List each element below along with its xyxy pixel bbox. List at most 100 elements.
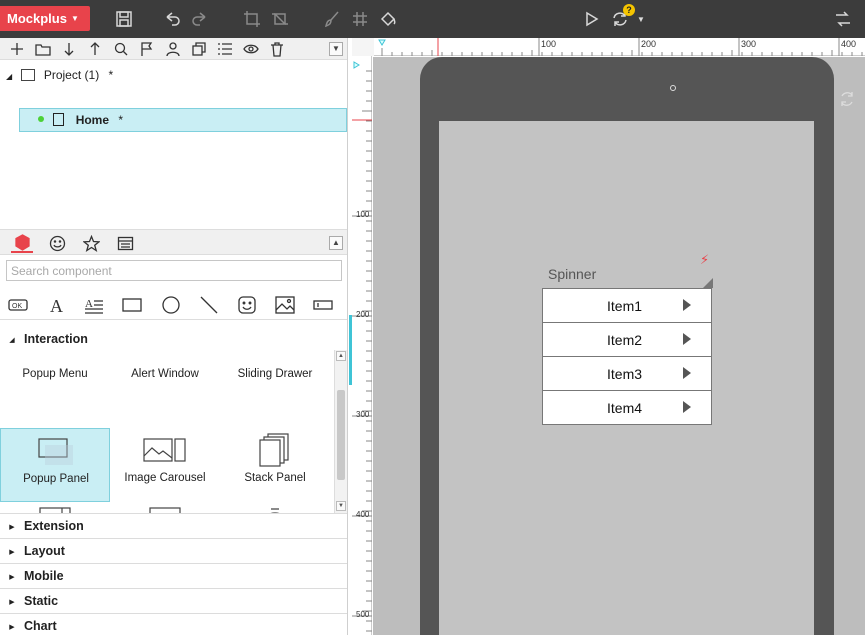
emoji-icon[interactable] — [235, 294, 259, 316]
tree-item-project[interactable]: ◢ Project (1) * — [6, 64, 113, 86]
undo-icon[interactable] — [161, 8, 183, 30]
component-stack-panel[interactable]: Stack Panel — [220, 428, 330, 502]
resize-corner-icon[interactable] — [703, 278, 713, 288]
play-icon[interactable] — [580, 8, 602, 30]
component-scroll-panel[interactable] — [0, 502, 110, 513]
component-sliding-drawer[interactable]: Sliding Drawer — [220, 350, 330, 402]
spinner-item[interactable]: Item1 — [543, 289, 711, 323]
vertical-ruler[interactable]: 100 200 300 400 500 — [352, 56, 372, 635]
list-icon[interactable] — [216, 40, 234, 58]
flag-icon[interactable] — [138, 40, 156, 58]
ruler-label: 400 — [841, 39, 857, 49]
arrow-up-icon[interactable] — [86, 40, 104, 58]
spinner-widget[interactable]: Item1 Item2 Item3 Item4 — [542, 288, 712, 425]
component-panel[interactable] — [110, 502, 220, 513]
project-tree: ◢ Project (1) * Home * — [0, 60, 347, 227]
spinner-item[interactable]: Item2 — [543, 323, 711, 357]
svg-text:OK: OK — [12, 303, 22, 310]
crop-icon[interactable] — [241, 8, 263, 30]
scrollbar-thumb[interactable] — [337, 390, 345, 480]
home-modified-star: * — [118, 113, 124, 127]
copy-icon[interactable] — [190, 40, 208, 58]
category-layout[interactable]: ▶ Layout — [0, 538, 347, 563]
input-icon[interactable] — [311, 294, 335, 316]
folder-icon[interactable] — [34, 40, 52, 58]
user-icon[interactable] — [164, 40, 182, 58]
layout-icon[interactable] — [114, 233, 136, 253]
crop-alt-icon[interactable] — [269, 8, 291, 30]
spinner-item[interactable]: Item3 — [543, 357, 711, 391]
component-timer[interactable] — [220, 502, 330, 513]
component-popup-panel[interactable]: Popup Panel — [0, 428, 110, 502]
component-alert-window[interactable]: Alert Window — [110, 350, 220, 402]
active-dot-icon — [38, 116, 44, 122]
tree-item-home[interactable]: Home * — [19, 108, 347, 132]
rectangle-icon[interactable] — [120, 294, 144, 316]
category-chart[interactable]: ▶ Chart — [0, 613, 347, 635]
component-scrollbar[interactable]: ▲ ▼ — [334, 350, 347, 513]
play-arrow-icon — [683, 401, 691, 413]
star-icon[interactable] — [80, 233, 102, 253]
scroll-up-icon[interactable]: ▲ — [336, 351, 346, 361]
circle-icon[interactable] — [159, 294, 183, 316]
svg-text:A: A — [50, 296, 63, 315]
expand-arrow-icon[interactable]: ◢ — [6, 72, 12, 81]
redo-icon[interactable] — [189, 8, 211, 30]
spinner-item[interactable]: Item4 — [543, 391, 711, 425]
eye-icon[interactable] — [242, 40, 260, 58]
exit-icon[interactable] — [832, 8, 854, 30]
collapse-components-button[interactable]: ▲ — [329, 236, 343, 250]
project-modified-star: * — [108, 68, 114, 82]
text-icon[interactable]: A — [45, 294, 69, 316]
collapsed-triangle-icon: ▶ — [9, 599, 15, 606]
component-popup-menu[interactable]: Popup Menu — [0, 350, 110, 402]
category-mobile[interactable]: ▶ Mobile — [0, 563, 347, 588]
device-camera-icon — [670, 85, 676, 91]
component-icon[interactable] — [11, 233, 33, 253]
logo-text: Mockplus — [7, 11, 67, 26]
collapsed-triangle-icon: ▶ — [9, 549, 15, 556]
mockplus-menu-button[interactable]: Mockplus ▼ — [0, 6, 90, 31]
collapse-project-button[interactable]: ▼ — [329, 42, 343, 56]
paragraph-icon[interactable]: A — [82, 294, 106, 316]
play-arrow-icon — [683, 333, 691, 345]
line-icon[interactable] — [197, 294, 221, 316]
button-ok-icon[interactable]: OK — [6, 294, 30, 316]
emoji-icon[interactable] — [46, 233, 68, 253]
spinner-item-label: Item1 — [607, 298, 643, 314]
spinner-item-label: Item2 — [607, 332, 643, 348]
spinner-item-label: Item3 — [607, 366, 643, 382]
component-label: Sliding Drawer — [237, 368, 313, 380]
component-image-carousel[interactable]: Image Carousel — [110, 428, 220, 502]
project-list-icon — [20, 69, 35, 81]
paint-bucket-icon[interactable] — [377, 8, 399, 30]
category-interaction[interactable]: ◢ Interaction — [0, 328, 347, 350]
category-extension[interactable]: ▶ Extension — [0, 513, 347, 538]
trash-icon[interactable] — [268, 40, 286, 58]
spinner-label[interactable]: Spinner — [548, 266, 596, 282]
ruler-label: 200 — [641, 39, 657, 49]
ruler-label: 300 — [356, 410, 370, 419]
image-icon[interactable] — [273, 294, 297, 316]
arrow-down-icon[interactable] — [60, 40, 78, 58]
ruler-label: 500 — [356, 610, 370, 619]
grid-icon[interactable] — [349, 8, 371, 30]
component-label: Popup Panel — [23, 473, 89, 485]
category-label: Layout — [24, 544, 65, 558]
horizontal-ruler[interactable]: 100 200 300 400 — [374, 38, 865, 56]
component-label: Stack Panel — [244, 472, 306, 484]
ruler-label: 100 — [356, 210, 370, 219]
brush-icon[interactable] — [321, 8, 343, 30]
rotate-icon[interactable] — [838, 90, 856, 108]
add-icon[interactable] — [8, 40, 26, 58]
interaction-flash-icon[interactable]: ⚡ — [700, 252, 709, 268]
play-arrow-icon — [683, 299, 691, 311]
search-icon[interactable] — [112, 40, 130, 58]
save-icon[interactable] — [113, 8, 135, 30]
ruler-corner — [352, 38, 374, 56]
category-static[interactable]: ▶ Static — [0, 588, 347, 613]
scroll-down-icon[interactable]: ▼ — [336, 501, 346, 511]
component-tabs: ▲ — [0, 229, 347, 255]
sync-menu-chevron-icon[interactable]: ▼ — [634, 8, 648, 30]
search-component-input[interactable] — [6, 260, 342, 281]
